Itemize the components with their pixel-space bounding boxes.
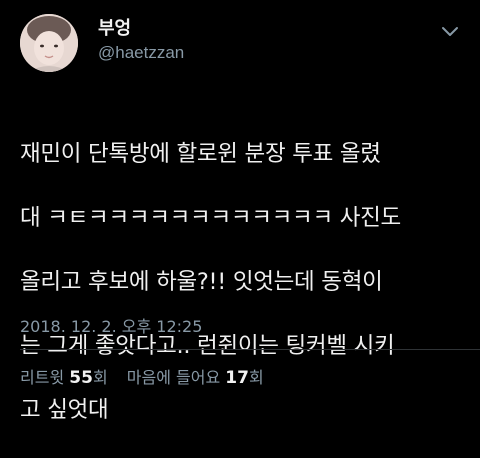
likes-stat[interactable]: 마음에 들어요 17회 — [127, 364, 264, 388]
tweet-timestamp[interactable]: 2018. 12. 2. 오후 12:25 — [20, 313, 202, 337]
divider — [20, 349, 480, 350]
retweets-unit: 회 — [92, 368, 108, 387]
tweet-card: 부엉 @haetzzan 재민이 단톡방에 할로윈 분장 투표 올렸 대 ㅋㅌㅋ… — [0, 0, 480, 423]
tweet-text-line: 고 싶엇대 — [20, 397, 109, 423]
retweets-count: 55 — [69, 368, 93, 388]
tweet-text-line: 대 ㅋㅌㅋㅋㅋㅋㅋㅋㅋㅋㅋㅋㅋㅋ 사진도 — [20, 205, 401, 231]
likes-unit: 회 — [248, 368, 264, 387]
user-info: 부엉 @haetzzan — [98, 18, 184, 64]
tweet-header: 부엉 @haetzzan — [20, 14, 460, 74]
user-handle[interactable]: @haetzzan — [98, 42, 184, 64]
chevron-down-icon[interactable] — [440, 24, 460, 38]
display-name[interactable]: 부엉 — [98, 18, 184, 40]
retweets-stat[interactable]: 리트윗 55회 — [20, 364, 108, 388]
tweet-text-line: 올리고 후보에 하울?!! 잇엇는데 동혁이 — [20, 269, 383, 295]
tweet-text-line: 재민이 단톡방에 할로윈 분장 투표 올렸 — [20, 141, 381, 167]
tweet-text: 재민이 단톡방에 할로윈 분장 투표 올렸 대 ㅋㅌㅋㅋㅋㅋㅋㅋㅋㅋㅋㅋㅋㅋ 사… — [20, 106, 468, 458]
tweet-stats: 리트윗 55회 마음에 들어요 17회 — [20, 364, 264, 388]
likes-label: 마음에 들어요 — [126, 368, 221, 387]
avatar[interactable] — [20, 14, 78, 72]
likes-count: 17 — [225, 368, 249, 388]
retweets-label: 리트윗 — [20, 368, 65, 387]
avatar-image — [20, 14, 78, 72]
